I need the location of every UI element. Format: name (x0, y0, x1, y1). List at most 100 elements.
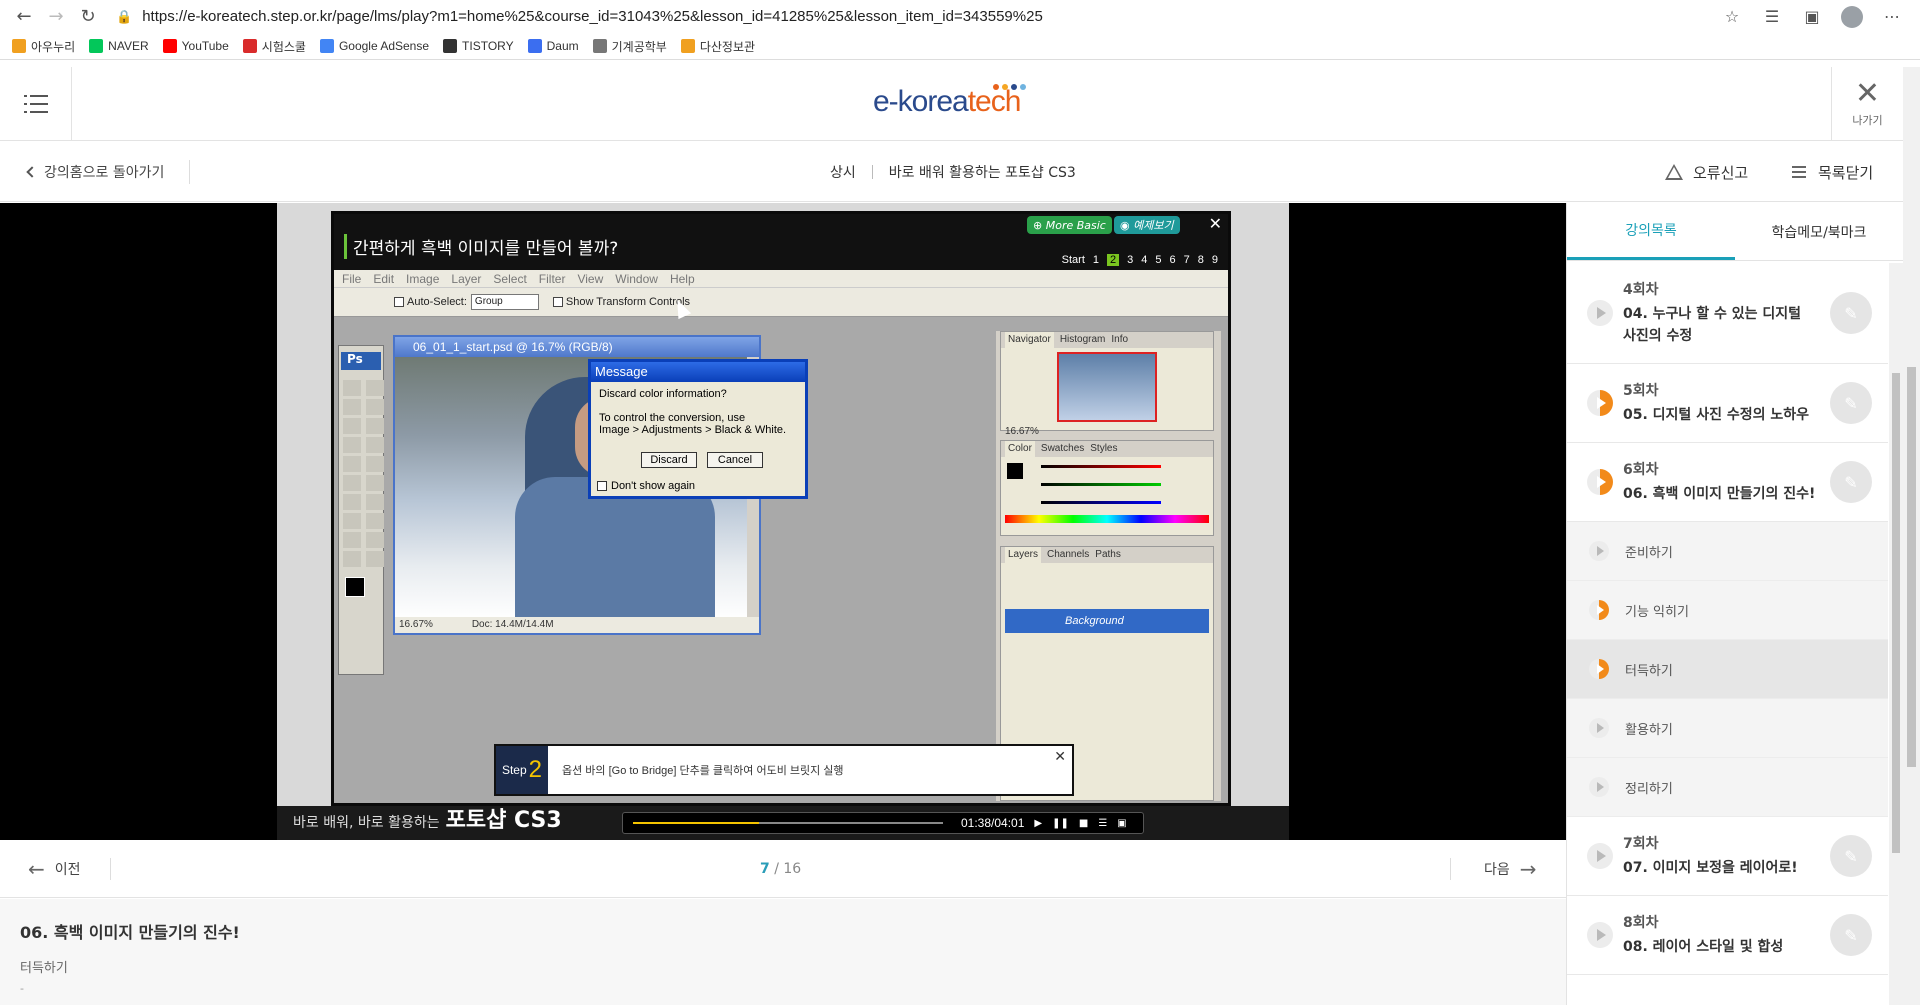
ps-panels: Navigator Histogram Info 16.67% Color Swatc… (996, 331, 1221, 801)
page-scrollbar[interactable] (1903, 67, 1920, 1005)
seek-bar[interactable] (633, 822, 943, 824)
video-brand: 바로 배워, 바로 활용하는 포토샵 CS3 (293, 802, 562, 834)
next-button[interactable]: 다음 → (1450, 840, 1537, 898)
chapter-item[interactable]: 4회차 04. 누구나 할 수 있는 디지털 사진의 수정 ✎ (1567, 263, 1888, 364)
star-icon[interactable]: ☆ (1712, 3, 1752, 31)
bookmark-item[interactable]: 시험스쿨 (242, 38, 306, 55)
stop-icon[interactable]: ■ (1079, 818, 1088, 829)
bookmark-favicon-icon (680, 39, 695, 53)
tab-lecture-list[interactable]: 강의목록 (1567, 203, 1735, 260)
bookmark-item[interactable]: NAVER (89, 39, 149, 53)
bookmark-favicon-icon (319, 39, 334, 53)
ps-menu-item: Window (615, 271, 658, 286)
play-status-icon (1587, 469, 1613, 495)
step-start: Start (1061, 254, 1085, 266)
video-player[interactable]: 간편하게 흑백 이미지를 만들어 볼까? ⊕ More Basic ◉ 예제보기… (0, 203, 1566, 840)
course-term: 상시 (830, 165, 856, 181)
sub-lesson-item[interactable]: 활용하기 (1567, 699, 1888, 758)
edit-icon: ✎ (1844, 472, 1858, 492)
arrow-left-icon: ← (28, 857, 45, 881)
memo-edit-button[interactable]: ✎ (1830, 835, 1872, 877)
fullscreen-icon[interactable]: ▣ (1117, 818, 1126, 829)
ps-menu-item: Edit (373, 271, 395, 286)
step-number-item: 4 (1141, 254, 1148, 266)
pause-icon[interactable]: ❚❚ (1052, 818, 1069, 829)
collections-icon[interactable]: ▣ (1792, 3, 1832, 31)
address-bar[interactable]: 🔒 https://e-koreatech.step.or.kr/page/lm… (112, 3, 1704, 31)
reload-icon[interactable]: ↻ (72, 3, 104, 31)
sidebar-scrollbar[interactable] (1889, 263, 1903, 1005)
auto-select-label: Auto-Select: (407, 296, 467, 308)
forward-arrow-icon[interactable]: → (40, 3, 72, 31)
memo-edit-button[interactable]: ✎ (1830, 461, 1872, 503)
bookmark-item[interactable]: YouTube (162, 39, 229, 53)
sub-lesson-label: 터득하기 (1625, 663, 1673, 679)
lecture-title: 간편하게 흑백 이미지를 만들어 볼까? (344, 234, 618, 259)
brand-main: 포토샵 CS3 (445, 808, 562, 833)
sub-lesson-label: 정리하기 (1625, 781, 1673, 797)
example-button[interactable]: ◉ 예제보기 (1114, 216, 1180, 234)
report-error-button[interactable]: 오류신고 (1665, 142, 1748, 202)
play-status-icon (1587, 390, 1613, 416)
bookmark-item[interactable]: 다산정보관 (680, 38, 756, 55)
bookmark-label: NAVER (108, 39, 149, 53)
sub-lesson-item[interactable]: 터득하기 (1567, 640, 1888, 699)
chapter-item[interactable]: 5회차 05. 디지털 사진 수정의 노하우 ✎ (1567, 364, 1888, 443)
bookmark-item[interactable]: Google AdSense (319, 39, 429, 53)
profile-icon[interactable] (1832, 3, 1872, 31)
back-arrow-icon[interactable]: ← (8, 3, 40, 31)
list-icon[interactable]: ☰ (1098, 818, 1107, 829)
more-basic-button[interactable]: ⊕ More Basic (1027, 216, 1112, 234)
back-to-course-home-link[interactable]: 강의홈으로 돌아가기 (26, 142, 191, 202)
bookmark-item[interactable]: TISTORY (443, 39, 514, 53)
step-number-item: 6 (1169, 254, 1176, 266)
memo-edit-button[interactable]: ✎ (1830, 914, 1872, 956)
group-select: Group (470, 294, 539, 310)
course-subheader: 강의홈으로 돌아가기 상시 바로 배워 활용하는 포토샵 CS3 오류신고 목록… (0, 142, 1903, 202)
ps-menu-item: View (577, 271, 604, 286)
list-icon (1792, 166, 1806, 178)
lesson-info: 06. 흑백 이미지 만들기의 진수! 터득하기 - (0, 899, 1566, 1005)
chapter-title: 06. 흑백 이미지 만들기의 진수! (1623, 486, 1816, 502)
tab-memo-bookmark[interactable]: 학습메모/북마크 (1735, 203, 1903, 260)
memo-edit-button[interactable]: ✎ (1830, 292, 1872, 334)
play-status-icon (1587, 843, 1613, 869)
ps-logo-icon: Ps (341, 352, 381, 370)
checkbox-icon (552, 297, 563, 307)
step-text: 옵션 바의 [Go to Bridge] 단추를 클릭하여 어도비 브릿지 실행 (562, 765, 844, 777)
sub-lesson-item[interactable]: 준비하기 (1567, 522, 1888, 581)
memo-edit-button[interactable]: ✎ (1830, 382, 1872, 424)
favorites-icon[interactable]: ☰ (1752, 3, 1792, 31)
current-page: 7 (760, 861, 770, 877)
close-icon[interactable]: ✕ (1054, 748, 1066, 765)
lesson-subtitle: 터득하기 (20, 961, 68, 976)
menu-button[interactable] (0, 67, 72, 141)
bookmark-item[interactable]: 아우누리 (12, 38, 75, 55)
play-icon[interactable]: ▶ (1034, 818, 1042, 829)
video-frame[interactable]: 간편하게 흑백 이미지를 만들어 볼까? ⊕ More Basic ◉ 예제보기… (277, 203, 1289, 840)
edit-icon: ✎ (1844, 393, 1858, 413)
bookmark-item[interactable]: Daum (527, 39, 579, 53)
prev-button[interactable]: ← 이전 (28, 840, 111, 898)
chapter-number: 7회차 (1623, 836, 1659, 852)
more-icon[interactable]: ⋯ (1872, 3, 1912, 31)
close-list-button[interactable]: 목록닫기 (1792, 142, 1873, 202)
bookmark-item[interactable]: 기계공학부 (592, 38, 667, 55)
site-logo[interactable]: e-koreatech (873, 85, 1021, 119)
chapter-item[interactable]: 8회차 08. 레이어 스타일 및 합성 ✎ (1567, 896, 1888, 975)
url-text: https://e-koreatech.step.or.kr/page/lms/… (142, 8, 1043, 25)
chapter-item[interactable]: 6회차 06. 흑백 이미지 만들기의 진수! ✎ (1567, 443, 1888, 522)
close-icon[interactable]: ✕ (1209, 214, 1222, 233)
exit-button[interactable]: ✕ 나가기 (1831, 67, 1903, 141)
lecture-sidebar: 강의목록 학습메모/북마크 4회차 04. 누구나 할 수 있는 디지털 사진의 … (1566, 203, 1903, 1005)
chapter-item[interactable]: 7회차 07. 이미지 보정을 레이어로! ✎ (1567, 817, 1888, 896)
player-controls: 01:38/04:01 ▶ ❚❚ ■ ☰ ▣ (622, 812, 1144, 834)
play-status-icon (1587, 300, 1613, 326)
sub-lesson-item[interactable]: 기능 익히기 (1567, 581, 1888, 640)
arrow-right-icon: → (1519, 857, 1537, 881)
bookmark-label: 다산정보관 (699, 39, 756, 54)
chapter-title: 08. 레이어 스타일 및 합성 (1623, 939, 1784, 955)
sub-lesson-item[interactable]: 정리하기 (1567, 758, 1888, 817)
bookmark-label: 기계공학부 (611, 39, 667, 54)
example-label: 예제보기 (1133, 219, 1174, 232)
